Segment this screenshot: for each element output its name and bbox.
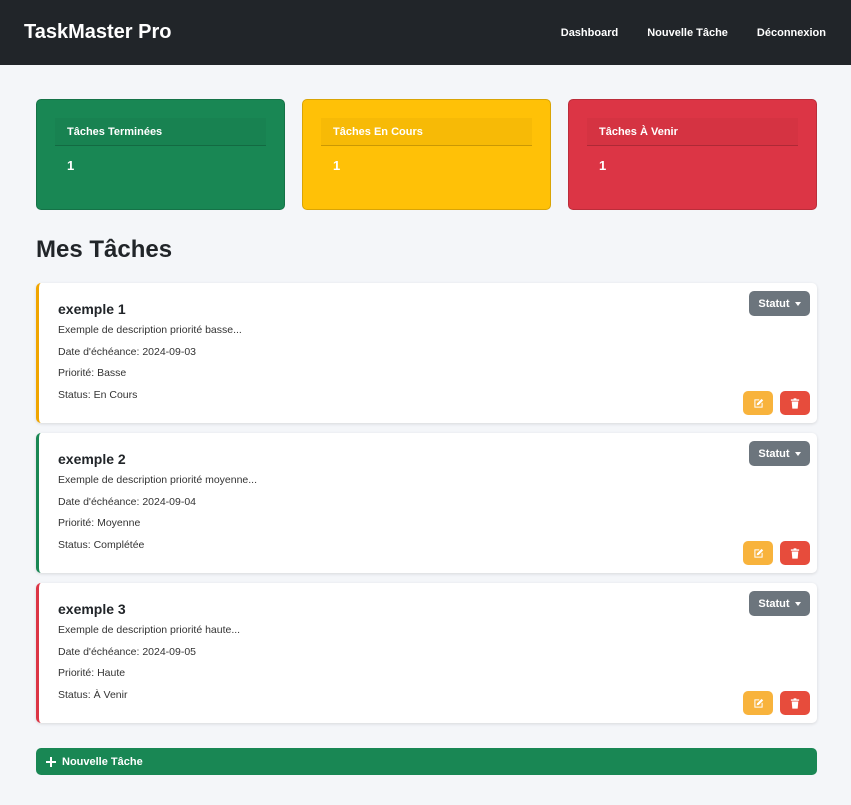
edit-icon xyxy=(753,548,763,558)
status-dropdown-button[interactable]: Statut xyxy=(749,441,810,466)
edit-button[interactable] xyxy=(743,391,773,415)
page-title: Mes Tâches xyxy=(36,236,173,263)
stat-card-header: Tâches À Venir xyxy=(587,118,798,146)
add-task-label: Nouvelle Tâche xyxy=(62,755,143,768)
task-status: Status: À Venir xyxy=(58,688,128,701)
stat-card-upcoming: Tâches À Venir 1 xyxy=(568,99,817,210)
edit-icon xyxy=(753,698,763,708)
task-actions xyxy=(743,541,810,565)
stat-card-header: Tâches Terminées xyxy=(55,118,266,146)
nav-links: Dashboard Nouvelle Tâche Déconnexion xyxy=(532,27,826,39)
delete-button[interactable] xyxy=(780,541,810,565)
task-priority: Priorité: Moyenne xyxy=(58,517,141,529)
stat-card-value: 1 xyxy=(333,158,341,173)
nav-link-new-task[interactable]: Nouvelle Tâche xyxy=(647,27,728,39)
stat-card-header: Tâches En Cours xyxy=(321,118,532,146)
task-description: Exemple de description priorité basse... xyxy=(58,324,242,336)
trash-icon xyxy=(790,697,800,709)
task-description: Exemple de description priorité haute... xyxy=(58,624,241,636)
stat-card-value: 1 xyxy=(599,158,607,173)
task-due-date: Date d'échéance: 2024-09-05 xyxy=(58,645,197,658)
app-title[interactable]: TaskMaster Pro xyxy=(24,21,171,44)
status-dropdown-label: Statut xyxy=(758,297,790,310)
task-title: exemple 3 xyxy=(58,601,126,617)
trash-icon xyxy=(790,397,800,409)
delete-button[interactable] xyxy=(780,691,810,715)
task-actions xyxy=(743,391,810,415)
add-task-button[interactable]: Nouvelle Tâche xyxy=(36,748,817,775)
task-card: exemple 2 Exemple de description priorit… xyxy=(36,433,817,573)
trash-icon xyxy=(790,547,800,559)
task-description: Exemple de description priorité moyenne.… xyxy=(58,474,258,486)
plus-icon xyxy=(46,756,56,767)
caret-down-icon xyxy=(794,451,801,456)
caret-down-icon xyxy=(794,601,801,606)
task-priority: Priorité: Basse xyxy=(58,367,127,379)
edit-button[interactable] xyxy=(743,541,773,565)
status-dropdown-label: Statut xyxy=(758,447,790,460)
stat-card-value: 1 xyxy=(67,158,75,173)
nav-link-dashboard[interactable]: Dashboard xyxy=(561,27,618,39)
stat-card-completed: Tâches Terminées 1 xyxy=(36,99,285,210)
nav-link-logout[interactable]: Déconnexion xyxy=(757,27,826,39)
edit-button[interactable] xyxy=(743,691,773,715)
top-navbar: TaskMaster Pro Dashboard Nouvelle Tâche … xyxy=(0,0,851,65)
task-status: Status: En Cours xyxy=(58,388,138,401)
task-card: exemple 1 Exemple de description priorit… xyxy=(36,283,817,423)
task-status: Status: Complétée xyxy=(58,538,145,551)
stat-card-in-progress: Tâches En Cours 1 xyxy=(302,99,551,210)
caret-down-icon xyxy=(794,301,801,306)
delete-button[interactable] xyxy=(780,391,810,415)
edit-icon xyxy=(753,398,763,408)
task-actions xyxy=(743,691,810,715)
task-priority: Priorité: Haute xyxy=(58,667,126,679)
task-list: exemple 1 Exemple de description priorit… xyxy=(36,283,817,733)
task-due-date: Date d'échéance: 2024-09-04 xyxy=(58,495,197,508)
task-card: exemple 3 Exemple de description priorit… xyxy=(36,583,817,723)
stats-row: Tâches Terminées 1 Tâches En Cours 1 Tâc… xyxy=(36,99,817,210)
task-title: exemple 1 xyxy=(58,301,126,317)
task-due-date: Date d'échéance: 2024-09-03 xyxy=(58,345,197,358)
status-dropdown-button[interactable]: Statut xyxy=(749,591,810,616)
status-dropdown-label: Statut xyxy=(758,597,790,610)
status-dropdown-button[interactable]: Statut xyxy=(749,291,810,316)
task-title: exemple 2 xyxy=(58,451,126,467)
